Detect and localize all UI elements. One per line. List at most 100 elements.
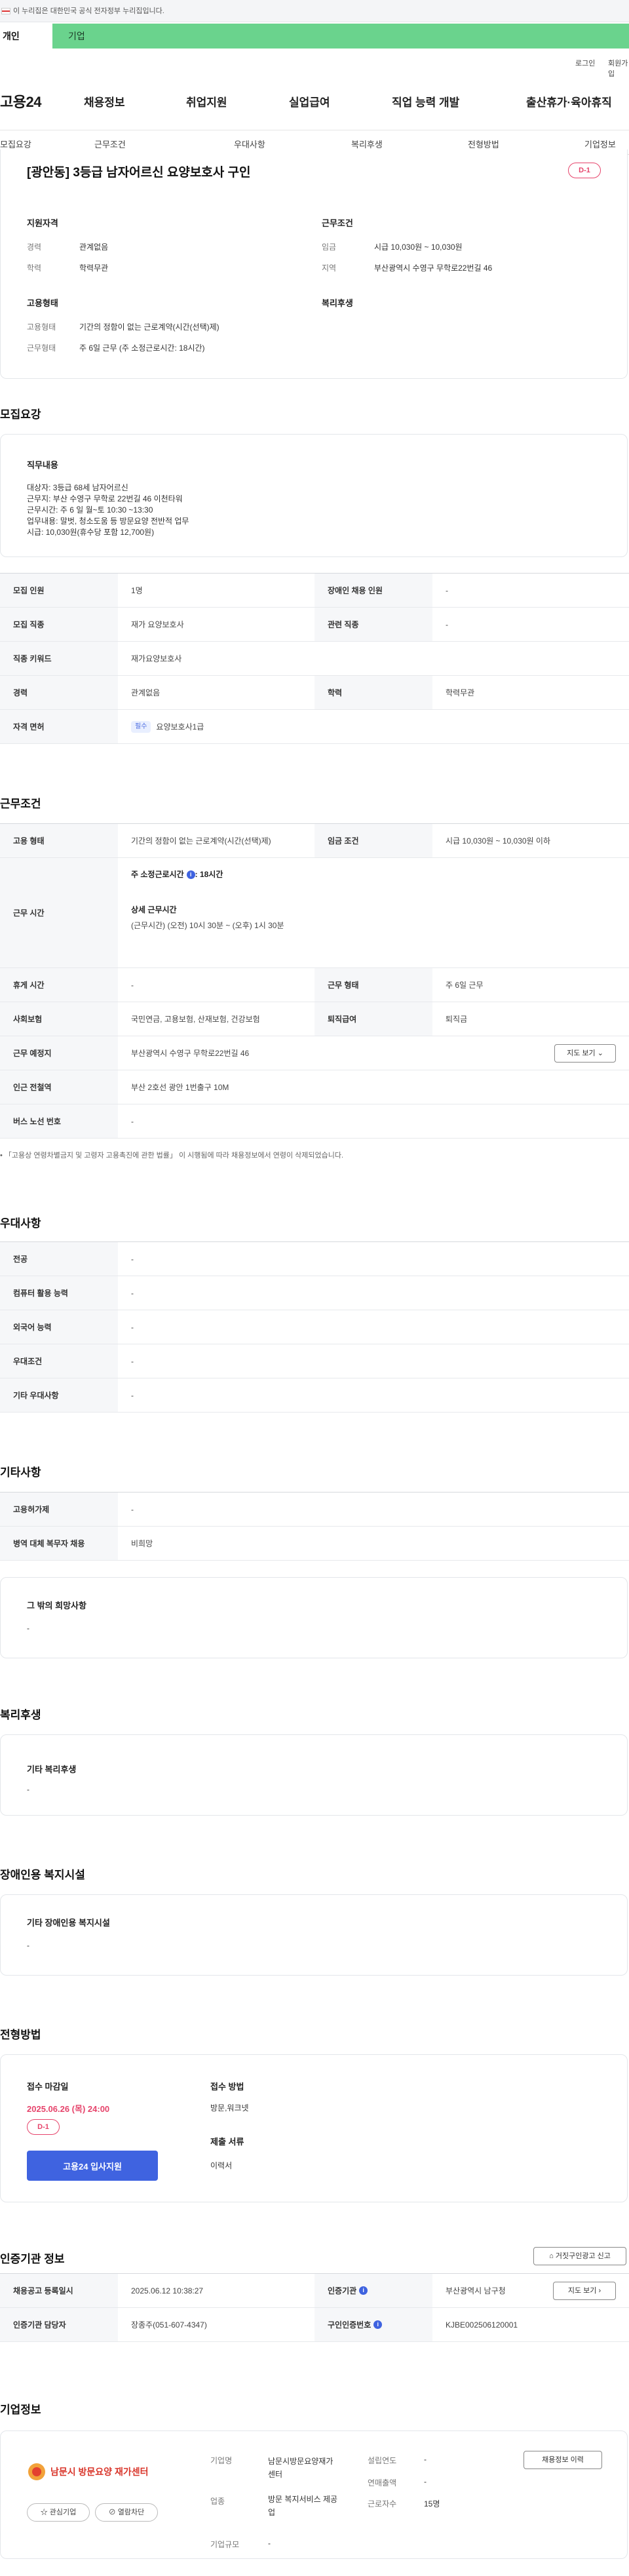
tab-personal[interactable]: 개인 [0, 24, 52, 49]
table-cell: - [131, 1254, 134, 1264]
table-header: 근무 예정지 [0, 1036, 118, 1070]
login-link[interactable]: 로그인 [575, 58, 595, 68]
table-header: 퇴직급여 [314, 1002, 432, 1036]
table-cell: 퇴직금 [446, 1015, 468, 1024]
recruit-history-button[interactable]: 채용정보 이력 [524, 2451, 602, 2469]
employment-type-label: 고용형태 [27, 322, 56, 332]
license-value: 요양보호사1급 [156, 722, 204, 732]
table-cell: 관계없음 [131, 688, 161, 697]
company-size-value: - [268, 2539, 271, 2548]
company-card: 남문시 방문요양 재가센터 ☆ 관심기업 ⊘ 열람차단 기업명 남문시방문요양재… [0, 2430, 628, 2559]
career-label: 경력 [27, 243, 42, 252]
area-label: 지역 [322, 263, 337, 273]
gnb-skill-development[interactable]: 직업 능력 개발 [392, 93, 459, 109]
education-label: 학력 [27, 263, 42, 273]
table-cell: - [131, 980, 134, 990]
section-nav-recruit[interactable]: 모집요강 [0, 138, 31, 150]
gnb-unemployment-benefit[interactable]: 실업급여 [289, 93, 330, 109]
agency-map-button[interactable]: 지도 보기 › [553, 2282, 616, 2300]
table-row: 병역 대체 복무자 채용 비희망 [0, 1527, 629, 1561]
table-cell: 재가요양보호사 [131, 654, 182, 663]
info-icon[interactable]: i [359, 2286, 368, 2295]
company-logo-text: 남문시 방문요양 재가센터 [50, 2467, 149, 2477]
docs-value: 이력서 [210, 2161, 233, 2170]
duty-line: 근무시간: 주 6 일 월~토 10:30 ~13:30 [27, 505, 153, 515]
block-company-button[interactable]: ⊘ 열람차단 [95, 2503, 158, 2522]
table-header: 장애인 채용 인원 [314, 574, 432, 607]
agency-section-title: 인증기관 정보 [0, 2253, 65, 2265]
duty-line: 업무내용: 말벗, 청소도움 등 방문요양 전반적 업무 [27, 517, 189, 526]
table-header: 컴퓨터 활용 능력 [0, 1276, 118, 1310]
wage-label: 임금 [322, 243, 337, 252]
table-row: 기타 우대사항 - [0, 1378, 629, 1413]
site-logo[interactable]: 고용24 [0, 90, 41, 111]
table-header: 병역 대체 복무자 채용 [0, 1527, 118, 1560]
section-nav-preference[interactable]: 우대사항 [234, 138, 265, 150]
welfare-section-title: 복리후생 [0, 1709, 41, 1721]
user-type-bar: 개인 기업 [0, 24, 629, 49]
education-value: 학력무관 [79, 263, 109, 273]
apply-button[interactable]: 고용24 입사지원 [27, 2151, 158, 2181]
table-header: 학력 [314, 676, 432, 709]
table-cell: 국민연금, 고용보험, 산재보험, 건강보험 [131, 1015, 260, 1024]
table-row: 휴게 시간 - 근무 형태 주 6일 근무 [0, 968, 629, 1002]
work-form-value: 주 6일 근무 (주 소정근로시간: 18시간) [79, 343, 205, 353]
section-nav-conditions[interactable]: 근무조건 [94, 138, 126, 150]
table-row: 근무 시간 주 소정근로시간 i: 18시간 상세 근무시간 (근무시간) (오전… [0, 858, 629, 968]
table-cell: - [131, 1288, 134, 1298]
table-row: 우대조건 - [0, 1344, 629, 1378]
detail-hours-value: (근무시간) (오전) 10시 30분 ~ (오후) 1시 30분 [131, 921, 284, 930]
table-cell: - [131, 1390, 134, 1400]
table-header: 고용허가제 [0, 1493, 118, 1526]
preference-section-title: 우대사항 [0, 1217, 41, 1230]
docs-label: 제출 서류 [210, 2137, 244, 2147]
report-fake-ad-label: 거짓구인광고 신고 [555, 2252, 611, 2260]
section-nav-welfare[interactable]: 복리후생 [351, 138, 383, 150]
table-row: 인증기관 담당자 장종주(051-607-4347) 구인인증번호 i KJBE0… [0, 2308, 629, 2342]
gov-banner: 이 누리집은 대한민국 공식 전자정부 누리집입니다. [0, 0, 629, 22]
section-nav-selection[interactable]: 전형방법 [468, 138, 499, 150]
table-header: 관련 직종 [314, 608, 432, 641]
table-cell: 부산광역시 수영구 무학로22번길 46 [131, 1049, 250, 1058]
gnb-employment-support[interactable]: 취업지원 [186, 93, 227, 109]
section-nav-company[interactable]: 기업정보 [584, 138, 616, 150]
gnb-parental-leave[interactable]: 출산휴가·육아휴직 [526, 93, 612, 109]
dday-badge: D-1 [27, 2119, 60, 2135]
interest-company-button[interactable]: ☆ 관심기업 [27, 2503, 90, 2522]
report-fake-ad-button[interactable]: ⌂ 거짓구인광고 신고 [533, 2247, 626, 2265]
info-icon[interactable]: i [373, 2320, 383, 2329]
signup-link[interactable]: 회원가입 [608, 58, 629, 79]
block-icon: ⊘ [108, 2508, 116, 2516]
annual-sales-value: - [424, 2477, 427, 2486]
table-header: 휴게 시간 [0, 968, 118, 1002]
tab-company[interactable]: 기업 [68, 24, 85, 49]
agency-map-label: 지도 보기 [567, 2287, 597, 2295]
table-row: 모집 인원 1명 장애인 채용 인원 - [0, 574, 629, 608]
table-row: 고용허가제 - [0, 1493, 629, 1527]
table-cell: 비희망 [131, 1539, 153, 1548]
method-label: 접수 방법 [210, 2082, 244, 2092]
table-row: 인근 전철역 부산 2호선 광안 1번출구 10M [0, 1070, 629, 1104]
job-title: [광안동] 3등급 남자어르신 요양보호사 구인 [27, 166, 251, 180]
table-header: 자격 면허 [0, 710, 118, 743]
table-row: 사회보험 국민연금, 고용보험, 산재보험, 건강보험 퇴직급여 퇴직금 [0, 1002, 629, 1036]
table-header: 고용 형태 [0, 824, 118, 857]
table-header: 우대조건 [0, 1344, 118, 1378]
table-cell: 재가 요양보호사 [131, 620, 184, 629]
map-button[interactable]: 지도 보기 ⌄ [554, 1044, 616, 1063]
gnb-jobs[interactable]: 채용정보 [84, 93, 125, 109]
welfare-card-value: - [27, 1785, 29, 1794]
conditions-table: 고용 형태 기간의 정함이 없는 근로계약(시간(선택)제) 임금 조건 시급 … [0, 823, 629, 1139]
table-header: 근무 형태 [314, 968, 432, 1002]
weekly-hours-value: : 18시간 [195, 870, 223, 879]
table-header: 모집 직종 [0, 608, 118, 641]
home-icon: ⌂ [549, 2252, 554, 2260]
table-row: 전공 - [0, 1242, 629, 1276]
agency-table: 채용공고 등록일시 2025.06.12 10:38:27 인증기관 i 부산광역… [0, 2273, 629, 2342]
table-row: 컴퓨터 활용 능력 - [0, 1276, 629, 1310]
info-icon[interactable]: i [186, 870, 195, 880]
other-wishes-heading: 그 밖의 희망사항 [27, 1601, 86, 1610]
table-row: 채용공고 등록일시 2025.06.12 10:38:27 인증기관 i 부산광역… [0, 2274, 629, 2308]
work-form-label: 근무형태 [27, 343, 56, 353]
area-value: 부산광역시 수영구 무학로22번길 46 [374, 263, 493, 273]
